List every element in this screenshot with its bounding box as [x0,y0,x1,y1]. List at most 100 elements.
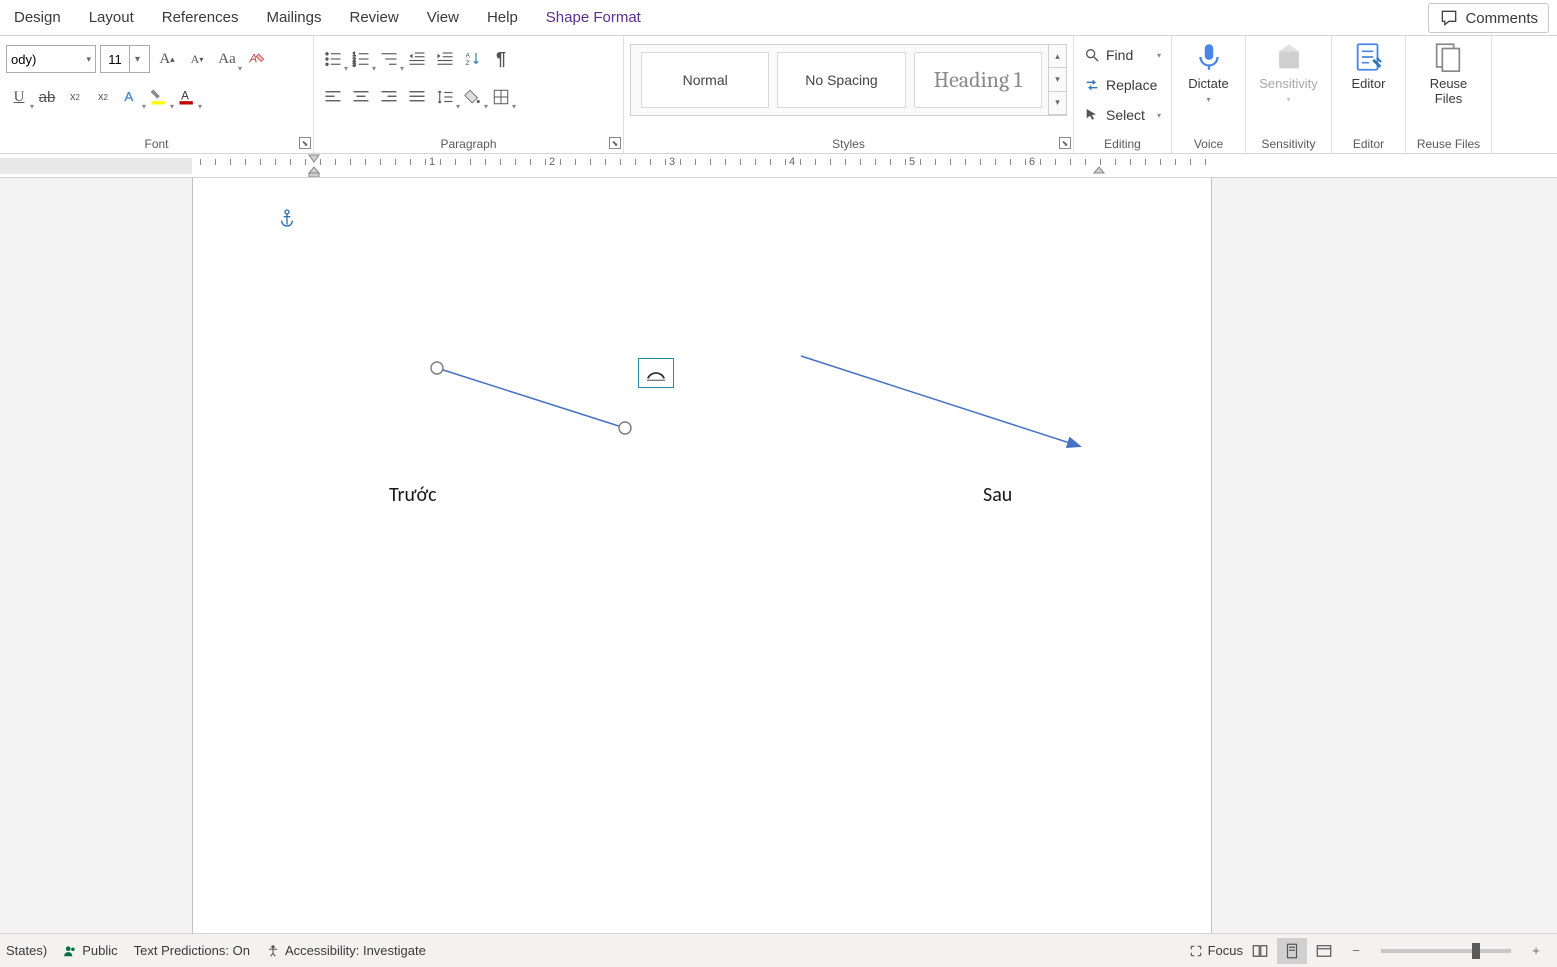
document-page[interactable]: Trước Sau [192,178,1212,933]
reuse-files-button[interactable]: Reuse Files [1430,40,1468,107]
tab-mailings[interactable]: Mailings [252,0,335,36]
font-launcher[interactable]: ⬊ [299,137,311,149]
web-layout-icon [1315,942,1333,960]
font-color[interactable]: A▾ [174,84,200,110]
style-normal[interactable]: Normal [641,52,769,108]
borders[interactable]: ▾ [488,84,514,110]
ruler-tick [1130,159,1131,165]
font-size-dropdown[interactable]: ▾ [129,46,145,72]
zoom-thumb[interactable] [1472,943,1480,959]
align-left[interactable] [320,84,346,110]
shading[interactable]: ▾ [460,84,486,110]
replace-button[interactable]: Replace [1080,70,1165,100]
ruler-tick [260,159,261,165]
horizontal-ruler[interactable]: 123456 [0,154,1557,178]
styles-gallery: Normal No Spacing Heading 1 ▴ ▾ ▾ [630,44,1067,116]
comments-button[interactable]: Comments [1428,3,1549,33]
print-layout-view[interactable] [1277,938,1307,964]
bullets[interactable]: ▾ [320,46,346,72]
svg-text:Z: Z [466,60,470,67]
editor-icon [1352,40,1386,74]
first-line-indent-marker[interactable] [308,154,320,164]
align-center[interactable] [348,84,374,110]
underline[interactable]: U▾ [6,84,32,110]
cursor-icon [1084,107,1100,123]
ruler-tick [995,159,996,165]
sort[interactable]: AZ [460,46,486,72]
tab-shape-format[interactable]: Shape Format [532,0,655,36]
shape-arrow-line[interactable] [793,348,1093,458]
superscript[interactable]: x2 [90,84,116,110]
zoom-out[interactable]: − [1341,938,1371,964]
gallery-down[interactable]: ▾ [1048,68,1066,91]
select-button[interactable]: Select▾ [1080,100,1165,130]
font-name-combo[interactable]: ody) ▾ [6,45,96,73]
tab-references[interactable]: References [148,0,253,36]
style-no-spacing[interactable]: No Spacing [777,52,905,108]
selection-handle-end[interactable] [619,422,631,434]
ruler-tick [965,159,966,165]
justify[interactable] [404,84,430,110]
shape-line-selected[interactable] [425,358,645,438]
ruler-tick [425,159,426,165]
text-effects[interactable]: A▾ [118,84,144,110]
status-doc-class[interactable]: Public [63,943,117,958]
layout-options-button[interactable] [638,358,674,388]
paragraph-launcher[interactable]: ⬊ [609,137,621,149]
svg-text:A: A [124,89,133,104]
status-predictions[interactable]: Text Predictions: On [134,943,250,958]
align-right[interactable] [376,84,402,110]
find-button[interactable]: Find▾ [1080,40,1165,70]
hanging-indent-marker[interactable] [308,166,320,178]
gallery-up[interactable]: ▴ [1048,45,1066,68]
zoom-slider[interactable] [1381,949,1511,953]
status-language[interactable]: States) [6,943,47,958]
show-paragraph-marks[interactable]: ¶ [488,46,514,72]
editor-button[interactable]: Editor [1352,40,1386,92]
decrease-font-size[interactable]: A▾ [184,46,210,72]
font-group-label: Font [0,137,313,151]
sensitivity-icon [1272,40,1306,74]
ruler-tick [440,159,441,165]
ruler-tick [455,159,456,165]
tab-review[interactable]: Review [336,0,413,36]
layout-options-icon [645,364,667,382]
change-case[interactable]: Aa▾ [214,46,240,72]
highlight[interactable]: ▾ [146,84,172,110]
increase-font-size[interactable]: A▴ [154,46,180,72]
ruler-tick [230,159,231,165]
decrease-indent[interactable] [404,46,430,72]
tab-help[interactable]: Help [473,0,532,36]
web-layout-view[interactable] [1309,938,1339,964]
focus-mode-button[interactable]: Focus [1189,943,1243,958]
text-effects-icon: A [121,87,141,107]
styles-launcher[interactable]: ⬊ [1059,137,1071,149]
font-size-combo[interactable]: ▾ [100,45,150,73]
ruler-number: 6 [1029,156,1035,168]
svg-text:A: A [466,53,471,60]
read-mode-view[interactable] [1245,938,1275,964]
zoom-in[interactable]: + [1521,938,1551,964]
increase-indent[interactable] [432,46,458,72]
sensitivity-button: Sensitivity ▾ [1259,40,1318,104]
strikethrough[interactable]: ab [34,84,60,110]
tab-design[interactable]: Design [0,0,75,36]
right-indent-marker[interactable] [1093,166,1105,176]
style-heading1[interactable]: Heading 1 [914,52,1042,108]
tab-layout[interactable]: Layout [75,0,148,36]
line-spacing[interactable]: ▾ [432,84,458,110]
numbering[interactable]: 123▾ [348,46,374,72]
multilevel-list[interactable]: ▾ [376,46,402,72]
status-accessibility[interactable]: Accessibility: Investigate [266,943,426,958]
selection-handle-start[interactable] [431,362,443,374]
subscript[interactable]: x2 [62,84,88,110]
gallery-more[interactable]: ▾ [1048,92,1066,115]
ruler-tick [1205,159,1206,165]
ruler-tick [770,159,771,165]
ruler-tick [785,159,786,165]
clear-formatting[interactable]: A [244,46,270,72]
tab-view[interactable]: View [413,0,473,36]
font-size-input[interactable] [101,52,129,67]
dictate-button[interactable]: Dictate ▾ [1188,40,1228,104]
svg-text:A: A [249,52,258,65]
